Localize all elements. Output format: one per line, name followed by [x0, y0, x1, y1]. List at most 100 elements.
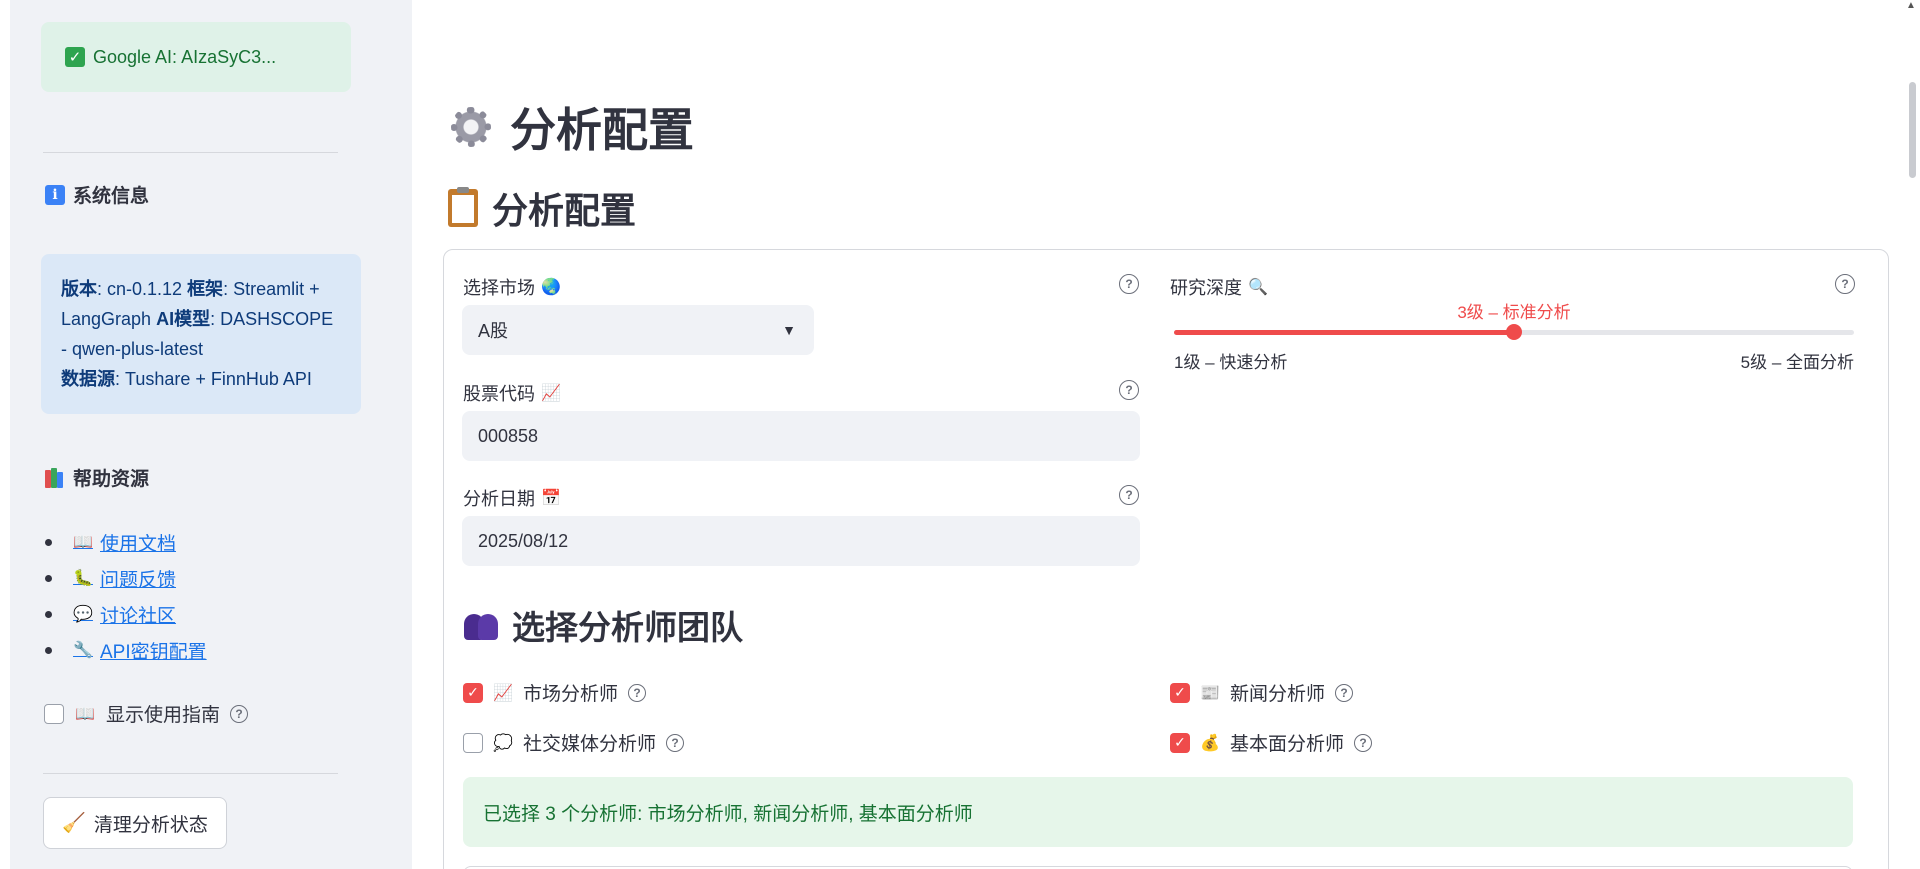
section-title: 分析配置 [448, 182, 636, 234]
api-config-link[interactable]: 🔧 API密钥配置 [72, 637, 207, 664]
date-label-text: 分析日期 [463, 489, 535, 509]
help-tooltip-icon[interactable]: ? [1335, 683, 1354, 702]
market-analyst-option: ✓ 📈 市场分析师 ? [463, 679, 647, 706]
market-select-value: A股 [478, 321, 509, 341]
bug-icon: 🐛 [73, 570, 93, 587]
stock-code-label-text: 股票代码 [463, 384, 535, 404]
scroll-up-icon[interactable]: ▲ [1906, 0, 1916, 11]
globe-icon: 🌏 [541, 279, 561, 296]
depth-help-icon[interactable]: ? [1835, 274, 1855, 294]
depth-slider-min: 1级 – 快速分析 [1174, 353, 1288, 372]
help-tooltip-icon[interactable]: ? [1354, 733, 1373, 752]
depth-slider[interactable] [1174, 324, 1854, 340]
date-help-icon[interactable]: ? [1119, 485, 1139, 505]
depth-slider-max: 5级 – 全面分析 [1740, 353, 1854, 372]
market-label-text: 选择市场 [463, 278, 535, 298]
help-links-list: 📖 使用文档 🐛 问题反馈 💬 讨论社区 🔧 API密钥配置 [45, 524, 207, 668]
social-analyst-checkbox[interactable] [463, 732, 483, 753]
magnifier-icon: 🔍 [1248, 279, 1268, 296]
money-bag-icon: 💰 [1200, 734, 1220, 752]
newspaper-icon: 📰 [1200, 684, 1220, 702]
system-info-box: 版本: cn-0.1.12 框架: Streamlit + LangGraph … [41, 254, 361, 414]
clipboard-icon [448, 187, 478, 227]
framework-label: 框架 [187, 279, 224, 299]
version-label: 版本 [61, 279, 97, 299]
social-analyst-label: 社交媒体分析师 [523, 734, 657, 755]
chevron-down-icon: ▼ [782, 322, 796, 338]
stock-code-label: 股票代码 📈 [463, 380, 561, 406]
source-label: 数据源 [61, 369, 115, 389]
market-label: 选择市场 🌏 [463, 274, 561, 300]
community-link[interactable]: 💬 讨论社区 [72, 601, 176, 628]
list-item: 🔧 API密钥配置 [45, 632, 207, 668]
news-analyst-checkbox[interactable]: ✓ [1170, 682, 1190, 703]
scrollbar-thumb[interactable] [1909, 82, 1916, 178]
version-value: : cn-0.1.12 [97, 279, 188, 299]
depth-slider-thumb[interactable] [1506, 324, 1522, 340]
help-tooltip-icon[interactable]: ? [666, 733, 685, 752]
calendar-icon: 📅 [541, 490, 561, 507]
list-item: 💬 讨论社区 [45, 596, 207, 632]
bullet [45, 574, 52, 582]
community-link-label: 讨论社区 [100, 605, 177, 627]
help-heading-text: 帮助资源 [73, 469, 150, 490]
market-select[interactable]: A股 ▼ [462, 305, 814, 355]
chart-icon: 📈 [493, 684, 513, 702]
feedback-link[interactable]: 🐛 问题反馈 [72, 565, 176, 592]
bullet [45, 538, 52, 546]
gear-icon [448, 104, 494, 150]
show-guide-row: 📖 显示使用指南 ? [44, 700, 249, 727]
source-value: : Tushare + FinnHub API [115, 369, 312, 389]
depth-slider-fill [1174, 330, 1514, 335]
analyst-team-title: 选择分析师团队 [464, 601, 743, 649]
date-input[interactable]: 2025/08/12 [462, 516, 1140, 566]
api-config-link-label: API密钥配置 [100, 641, 207, 663]
chart-icon: 📈 [541, 385, 561, 402]
selected-analysts-alert: 已选择 3 个分析师: 市场分析师, 新闻分析师, 基本面分析师 [463, 777, 1853, 847]
bullet [45, 646, 52, 654]
market-analyst-checkbox[interactable]: ✓ [463, 682, 483, 703]
market-analyst-label: 市场分析师 [523, 684, 619, 705]
help-tooltip-icon[interactable]: ? [628, 683, 647, 702]
main-content: 分析配置 分析配置 选择市场 🌏 ? A股 ▼ 股票代码 📈 ? 000858 … [412, 0, 1920, 869]
depth-slider-value: 3级 – 标准分析 [1457, 303, 1571, 322]
show-guide-checkbox[interactable] [44, 703, 64, 724]
analyst-team-title-text: 选择分析师团队 [512, 609, 743, 646]
docs-link-label: 使用文档 [100, 533, 177, 555]
books-icon [45, 467, 65, 488]
list-item: 🐛 问题反馈 [45, 560, 207, 596]
api-status-alert: ✓ Google AI: AIzaSyC3... [41, 22, 351, 92]
stock-code-input[interactable]: 000858 [462, 411, 1140, 461]
checkmark-icon: ✓ [65, 47, 85, 67]
sidebar-divider [43, 773, 338, 774]
clear-analysis-button[interactable]: 🧹 清理分析状态 [43, 797, 227, 849]
page-title-text: 分析配置 [510, 104, 694, 156]
book-icon: 📖 [75, 705, 95, 723]
docs-link[interactable]: 📖 使用文档 [72, 529, 176, 556]
system-info-heading-text: 系统信息 [73, 186, 150, 207]
sidebar-divider [43, 152, 338, 153]
market-help-icon[interactable]: ? [1119, 274, 1139, 294]
info-icon: i [45, 184, 65, 205]
fundamental-analyst-checkbox[interactable]: ✓ [1170, 732, 1190, 753]
system-info-heading: i 系统信息 [45, 181, 149, 208]
sidebar [10, 0, 412, 869]
stock-code-help-icon[interactable]: ? [1119, 380, 1139, 400]
news-analyst-label: 新闻分析师 [1230, 684, 1326, 705]
list-item: 📖 使用文档 [45, 524, 207, 560]
speech-icon: 💭 [493, 734, 513, 752]
window-edge [0, 0, 10, 869]
help-tooltip-icon[interactable]: ? [230, 704, 249, 723]
model-label: AI模型 [156, 309, 211, 329]
book-icon: 📖 [73, 534, 93, 551]
scrollbar[interactable]: ▲ [1902, 0, 1920, 869]
api-status-text: Google AI: AIzaSyC3... [93, 46, 277, 67]
help-heading: 帮助资源 [45, 464, 149, 491]
date-label: 分析日期 📅 [463, 485, 561, 511]
depth-label-text: 研究深度 [1170, 278, 1242, 298]
broom-icon: 🧹 [62, 813, 86, 834]
show-guide-label: 显示使用指南 [106, 705, 221, 726]
speech-icon: 💬 [73, 606, 93, 623]
fundamental-analyst-label: 基本面分析师 [1230, 734, 1345, 755]
social-analyst-option: 💭 社交媒体分析师 ? [463, 729, 685, 756]
